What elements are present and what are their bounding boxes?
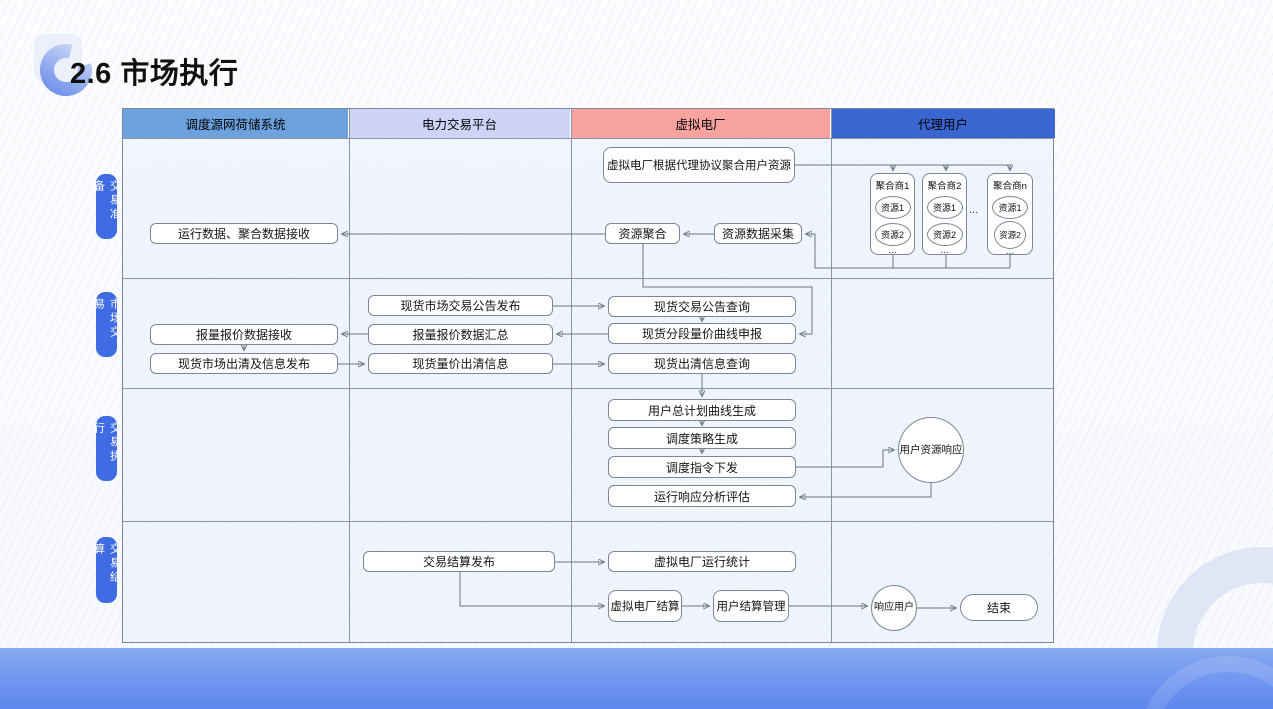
- node-bid-data-receive: 报量报价数据接收: [150, 324, 338, 345]
- bottom-band: [0, 648, 1273, 709]
- aggregator-ellipsis: ...: [969, 204, 978, 216]
- aggregator-label: 聚合商n: [993, 178, 1027, 192]
- resource-node: 资源1: [992, 196, 1028, 219]
- node-clearing-publish: 现货市场出清及信息发布: [150, 353, 338, 374]
- node-resource-data-collect: 资源数据采集: [714, 223, 802, 244]
- aggregator-label: 聚合商1: [876, 178, 910, 192]
- node-spot-notice-publish: 现货市场交易公告发布: [368, 295, 553, 316]
- more-dots: ...: [1006, 249, 1014, 254]
- aggregator-group-n: 聚合商n 资源1 资源2 ...: [987, 173, 1033, 255]
- node-vpp-operation-stats: 虚拟电厂运行统计: [608, 551, 796, 572]
- node-vpp-aggregate-users: 虚拟电厂根据代理协议聚合用户资源: [603, 147, 795, 183]
- node-clearing-query: 现货出清信息查询: [608, 353, 796, 374]
- nodes-layer: 运行数据、聚合数据接收 虚拟电厂根据代理协议聚合用户资源 资源聚合 资源数据采集…: [0, 0, 1273, 709]
- node-resource-aggregation: 资源聚合: [605, 223, 680, 244]
- node-vpp-settlement: 虚拟电厂结算: [608, 590, 682, 622]
- node-responding-user: 响应用户: [871, 585, 917, 631]
- node-bid-data-summary: 报量报价数据汇总: [368, 324, 553, 345]
- resource-node: 资源1: [927, 196, 963, 219]
- slide: 2.6 市场执行 调度源网荷储系统 电力交易平台 虚拟电厂 代理用户 交易准备 …: [0, 0, 1273, 709]
- node-clearing-info: 现货量价出清信息: [368, 353, 553, 374]
- node-end: 结束: [960, 594, 1038, 621]
- aggregator-label: 聚合商2: [928, 178, 962, 192]
- node-response-evaluation: 运行响应分析评估: [608, 485, 796, 507]
- resource-node: 资源1: [875, 196, 911, 219]
- node-total-plan-curve: 用户总计划曲线生成: [608, 399, 796, 421]
- node-dispatch-command: 调度指令下发: [608, 456, 796, 478]
- more-dots: ...: [940, 248, 948, 253]
- node-spot-notice-query: 现货交易公告查询: [608, 296, 796, 317]
- node-run-data-receive: 运行数据、聚合数据接收: [150, 223, 338, 244]
- node-user-resource-response: 用户资源响应: [898, 417, 964, 483]
- aggregator-group-1: 聚合商1 资源1 资源2 ...: [870, 173, 915, 255]
- node-dispatch-strategy: 调度策略生成: [608, 427, 796, 449]
- resource-node: 资源2: [994, 221, 1026, 249]
- resource-node: 资源2: [875, 223, 911, 246]
- resource-node: 资源2: [927, 223, 963, 246]
- node-settlement-publish: 交易结算发布: [363, 551, 555, 572]
- aggregator-group-2: 聚合商2 资源1 资源2 ...: [922, 173, 967, 255]
- node-segment-curve-submit: 现货分段量价曲线申报: [608, 323, 796, 344]
- decor-band-ring-icon: [1138, 656, 1273, 709]
- node-user-settlement: 用户结算管理: [713, 590, 789, 622]
- more-dots: ...: [888, 248, 896, 253]
